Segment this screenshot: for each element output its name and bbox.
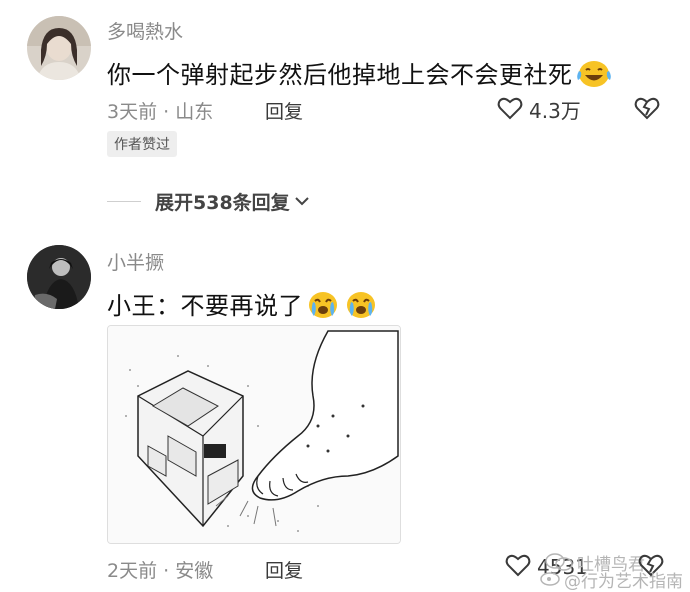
watermark-handle: @行为艺术指南 [564, 572, 683, 592]
comment-time: 3天前 [107, 101, 158, 123]
comment-meta: 2天前 · 安徽 [107, 556, 213, 583]
comment-time: 2天前 [107, 560, 158, 582]
chevron-down-icon [294, 192, 310, 211]
comment-body: 你一个弹射起步然后他掉地上会不会更社死 [107, 61, 573, 89]
comment-text: 小王：不要再说了 [107, 286, 379, 326]
divider-line [107, 201, 141, 202]
comment-location: 山东 [175, 101, 214, 123]
comment-text: 你一个弹射起步然后他掉地上会不会更社死 [107, 55, 613, 94]
comment-body: 小王：不要再说了 [107, 292, 303, 320]
manga-illustration [108, 326, 400, 543]
heart-outline-icon [497, 96, 523, 124]
comment-meta: 3天前 · 山东 [107, 97, 213, 124]
avatar[interactable] [27, 245, 91, 309]
author-liked-badge: 作者赞过 [107, 131, 177, 157]
crying-laugh-emoji-icon [343, 288, 379, 326]
like-button[interactable]: 4.3万 [497, 95, 581, 124]
reply-button[interactable]: 回复 [265, 97, 303, 124]
heart-outline-icon [505, 553, 531, 581]
comment-location: 安徽 [175, 560, 214, 582]
username[interactable]: 小半撅 [107, 248, 164, 275]
expand-replies-button[interactable]: 展开538条回复 [107, 188, 310, 215]
reply-button[interactable]: 回复 [265, 556, 303, 583]
crying-laugh-emoji-icon [305, 288, 341, 326]
weibo-logo-icon [540, 568, 562, 590]
like-count: 4.3万 [529, 99, 581, 123]
avatar[interactable] [27, 16, 91, 80]
meta-separator: · [163, 101, 170, 123]
expand-replies-label: 展开538条回复 [155, 192, 290, 214]
meta-separator: · [163, 560, 170, 582]
broken-heart-icon [634, 97, 660, 124]
comment-image[interactable] [107, 325, 401, 544]
username[interactable]: 多喝熱水 [107, 17, 183, 44]
dislike-button[interactable] [634, 96, 660, 124]
laughing-tears-emoji-icon [575, 58, 613, 94]
